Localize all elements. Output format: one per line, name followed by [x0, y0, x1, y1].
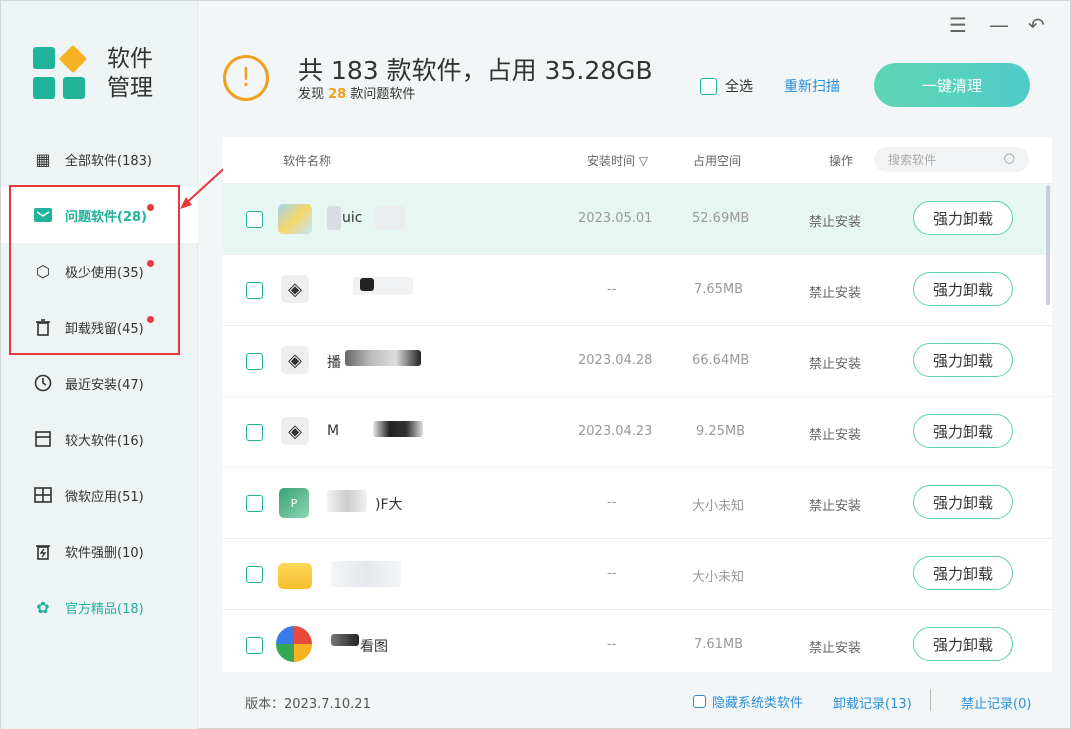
redacted-blur	[327, 490, 367, 512]
table-row[interactable]: ◈ M 2023.04.23 9.25MB 禁止安装 强力卸载	[223, 396, 1052, 467]
minimize-icon[interactable]: —	[989, 13, 1009, 37]
app-title: 软件 管理	[107, 46, 153, 101]
select-all-checkbox[interactable]: 全选	[700, 76, 753, 96]
app-logo-icon	[33, 44, 93, 107]
redacted-blur	[373, 421, 423, 437]
sidebar-item-force-delete[interactable]: 软件强删(10)	[1, 523, 198, 579]
redacted-blur	[345, 350, 421, 366]
problem-summary: 发现 28 款问题软件	[298, 87, 416, 102]
row-checkbox[interactable]	[246, 495, 263, 512]
table-header: 软件名称 安装时间 ▽ 占用空间 操作 搜索软件 ○	[223, 137, 1052, 183]
redacted-blur	[331, 634, 359, 646]
ban-log-link[interactable]: 禁止记录(0)	[961, 693, 1031, 712]
image-viewer-icon	[276, 626, 312, 662]
menu-icon[interactable]: ☰	[949, 13, 967, 37]
sidebar-item-official[interactable]: ✿ 官方精品(18)	[1, 579, 198, 635]
version-label: 版本：2023.7.10.21	[245, 697, 371, 712]
redacted-blur	[375, 206, 405, 230]
box-icon	[33, 429, 53, 449]
table-row[interactable]: -- 大小未知 强力卸载	[223, 538, 1052, 609]
page-title: 共 183 款软件，占用 35.28GB	[298, 56, 653, 85]
highlight-box	[9, 185, 180, 355]
table-row[interactable]: ◈ -- 7.65MB 禁止安装 强力卸载	[223, 254, 1052, 325]
redacted-blur	[327, 206, 341, 230]
force-uninstall-button[interactable]: 强力卸载	[913, 343, 1013, 377]
force-uninstall-button[interactable]: 强力卸载	[913, 272, 1013, 306]
clock-icon	[33, 373, 53, 393]
app-icon	[278, 204, 312, 234]
rescan-link[interactable]: 重新扫描	[784, 76, 840, 96]
redacted-blur	[360, 278, 374, 291]
app-window: ☰ — ↶ 软件 管理 ▦ 全部软件(183) 问题软件(28) ⬡ 极少使用(…	[0, 0, 1071, 729]
row-checkbox[interactable]	[246, 282, 263, 299]
table-row[interactable]: uic 2023.05.01 52.69MB 禁止安装 强力卸载	[223, 183, 1052, 254]
sidebar-item-recent[interactable]: 最近安装(47)	[1, 355, 198, 411]
uninstall-log-link[interactable]: 卸载记录(13)	[833, 693, 912, 712]
row-checkbox[interactable]	[246, 424, 263, 441]
force-uninstall-button[interactable]: 强力卸载	[913, 201, 1013, 235]
sidebar-item-microsoft[interactable]: 微软应用(51)	[1, 467, 198, 523]
checkbox[interactable]	[693, 695, 706, 708]
sidebar-item-all[interactable]: ▦ 全部软件(183)	[1, 131, 198, 187]
force-uninstall-button[interactable]: 强力卸载	[913, 627, 1013, 661]
grid-icon: ▦	[35, 149, 51, 169]
force-uninstall-button[interactable]: 强力卸载	[913, 414, 1013, 448]
row-checkbox[interactable]	[246, 211, 263, 228]
footer: 版本：2023.7.10.21 隐藏系统类软件 卸载记录(13) 禁止记录(0)	[223, 681, 1052, 721]
package-icon: ◈	[281, 346, 309, 374]
folder-icon	[278, 563, 312, 589]
col-action: 操作	[829, 154, 854, 168]
back-icon[interactable]: ↶	[1028, 13, 1045, 37]
hide-system-checkbox[interactable]: 隐藏系统类软件	[693, 692, 803, 711]
row-checkbox[interactable]	[246, 566, 263, 583]
software-table: 软件名称 安装时间 ▽ 占用空间 操作 搜索软件 ○ uic 2023.05.0…	[223, 137, 1052, 672]
package-icon: ◈	[281, 275, 309, 303]
force-uninstall-button[interactable]: 强力卸载	[913, 556, 1013, 590]
warning-icon: !	[223, 55, 269, 101]
one-click-clean-button[interactable]: 一键清理	[874, 63, 1030, 107]
force-uninstall-button[interactable]: 强力卸载	[913, 485, 1013, 519]
search-icon[interactable]: ○	[1004, 151, 1015, 166]
table-row[interactable]: 看图 -- 7.61MB 禁止安装 强力卸载	[223, 609, 1052, 680]
row-checkbox[interactable]	[246, 353, 263, 370]
package-icon: ◈	[281, 417, 309, 445]
search-input[interactable]: 搜索软件 ○	[874, 147, 1029, 172]
sidebar: 软件 管理 ▦ 全部软件(183) 问题软件(28) ⬡ 极少使用(35) 卸载…	[1, 1, 198, 729]
sidebar-item-large[interactable]: 较大软件(16)	[1, 411, 198, 467]
redacted-blur	[331, 561, 401, 587]
scrollbar[interactable]	[1046, 185, 1050, 305]
col-name: 软件名称	[283, 154, 332, 168]
trash-force-icon	[33, 541, 53, 561]
col-size: 占用空间	[693, 154, 742, 168]
divider	[930, 689, 931, 711]
windows-icon	[33, 485, 53, 505]
col-install-time[interactable]: 安装时间 ▽	[587, 152, 648, 169]
row-checkbox[interactable]	[246, 637, 263, 654]
table-row[interactable]: P )F大 -- 大小未知 禁止安装 强力卸载	[223, 467, 1052, 538]
pdf-app-icon: P	[279, 488, 309, 518]
flower-icon: ✿	[36, 597, 50, 617]
table-row[interactable]: ◈ 播 2023.04.28 66.64MB 禁止安装 强力卸载	[223, 325, 1052, 396]
checkbox[interactable]	[700, 77, 717, 95]
